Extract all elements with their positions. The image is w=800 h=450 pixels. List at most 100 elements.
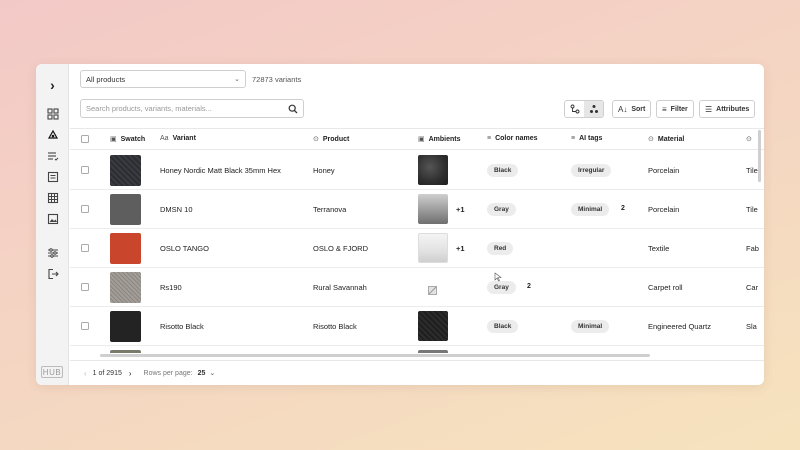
main-panel: All products ⌄ 72873 variants Search pro… xyxy=(70,64,764,385)
product-name[interactable]: Risotto Black xyxy=(313,322,357,331)
chevron-right-icon[interactable]: › xyxy=(44,76,61,93)
grid-icon[interactable] xyxy=(44,189,61,206)
image-icon[interactable] xyxy=(44,210,61,227)
product-select[interactable]: All products ⌄ xyxy=(80,70,246,88)
filter-button[interactable]: ≡ Filter xyxy=(656,100,694,118)
row-checkbox[interactable] xyxy=(81,322,89,330)
color-extra-count[interactable]: 2 xyxy=(527,283,531,290)
variant-name[interactable]: Honey Nordic Matt Black 35mm Hex xyxy=(160,166,281,175)
ambient-thumbnail[interactable] xyxy=(418,350,448,353)
ambient-thumbnail[interactable] xyxy=(418,311,448,341)
material-value: Carpet roll xyxy=(648,283,683,292)
row-checkbox[interactable] xyxy=(81,205,89,213)
tag-list-icon: ≡ xyxy=(487,135,492,142)
variant-name[interactable]: DMSN 10 xyxy=(160,205,193,214)
variant-name[interactable]: Rs190 xyxy=(160,283,182,292)
chevron-down-icon[interactable]: ⌄ xyxy=(209,369,215,377)
horizontal-scrollbar[interactable] xyxy=(100,354,650,357)
row-checkbox[interactable] xyxy=(81,166,89,174)
sort-button[interactable]: A↓ Sort xyxy=(612,100,652,118)
tree-view-icon[interactable] xyxy=(565,101,584,117)
column-swatch[interactable]: ▣ Swatch xyxy=(110,135,145,144)
column-variant[interactable]: Aa Variant xyxy=(160,135,196,142)
column-ai-tags-label: AI tags xyxy=(579,135,603,142)
material-value: Engineered Quartz xyxy=(648,322,711,331)
logout-icon[interactable] xyxy=(44,265,61,282)
chevron-left-icon[interactable]: ‹ xyxy=(84,369,87,378)
attributes-button[interactable]: ☰ Attributes xyxy=(699,100,756,118)
filter-icon: ≡ xyxy=(662,104,667,114)
search-toolbar: Search products, variants, materials... … xyxy=(80,99,756,119)
ambient-thumbnail[interactable] xyxy=(418,155,448,185)
search-placeholder: Search products, variants, materials... xyxy=(86,104,212,113)
view-toggle xyxy=(564,100,604,118)
sort-icon: A↓ xyxy=(618,104,628,114)
column-ai-tags[interactable]: ≡ AI tags xyxy=(571,135,602,142)
table-row[interactable]: DMSN 10 Terranova +1 Gray Minimal 2 Porc… xyxy=(70,190,764,229)
filter-label: Filter xyxy=(670,105,688,113)
column-product[interactable]: ⊙ Product xyxy=(313,135,349,144)
ambient-extra-count[interactable]: +1 xyxy=(456,244,465,253)
ambient-thumbnail[interactable] xyxy=(418,194,448,224)
pagination-footer: ‹ 1 of 2915 › Rows per page: 25 ⌄ xyxy=(70,360,764,385)
table-row[interactable]: Rs190 Rural Savannah Gray 2 Carpet roll … xyxy=(70,268,764,307)
select-all-checkbox[interactable] xyxy=(81,135,89,143)
ambient-extra-count[interactable]: +1 xyxy=(456,205,465,214)
product-name[interactable]: Terranova xyxy=(313,205,346,214)
color-chip: Black xyxy=(487,164,519,177)
swatch-thumbnail[interactable] xyxy=(110,311,141,342)
product-name[interactable]: Rural Savannah xyxy=(313,283,367,292)
product-select-value: All products xyxy=(86,74,126,84)
ai-tag-extra-count[interactable]: 2 xyxy=(621,205,625,212)
column-ambients-label: Ambients xyxy=(428,135,461,143)
rows-per-page-label: Rows per page: xyxy=(143,369,193,377)
column-ambients[interactable]: ▣ Ambients xyxy=(418,135,461,144)
column-material[interactable]: ⊙ Material xyxy=(648,135,684,144)
circle-icon: ⊙ xyxy=(313,136,319,143)
color-chip: Gray xyxy=(487,203,516,216)
table-row[interactable]: Honey Nordic Matt Black 35mm Hex Honey B… xyxy=(70,151,764,190)
swatch-thumbnail[interactable] xyxy=(110,272,141,303)
table-row[interactable]: Risotto Black Risotto Black Black Minima… xyxy=(70,307,764,346)
mouse-cursor-icon xyxy=(494,272,502,282)
variants-view-icon[interactable] xyxy=(584,101,603,117)
products-icon[interactable] xyxy=(44,126,61,143)
column-next[interactable]: ⊙ xyxy=(746,135,752,143)
list-icon[interactable] xyxy=(44,147,61,164)
swatch-thumbnail[interactable] xyxy=(110,350,141,353)
attributes-icon: ☰ xyxy=(705,104,713,114)
vertical-scrollbar[interactable] xyxy=(758,130,761,182)
table-row[interactable] xyxy=(70,346,764,353)
rows-per-page-select[interactable]: 25 xyxy=(198,370,206,377)
swatch-thumbnail[interactable] xyxy=(110,233,141,264)
chevron-right-icon[interactable]: › xyxy=(129,369,132,378)
ai-tag-chip: Minimal xyxy=(571,203,610,216)
image-icon: ▣ xyxy=(418,136,425,143)
swatch-thumbnail[interactable] xyxy=(110,155,141,186)
variant-name[interactable]: Risotto Black xyxy=(160,322,204,331)
ambient-thumbnail[interactable] xyxy=(418,233,448,263)
product-name[interactable]: Honey xyxy=(313,166,335,175)
product-name[interactable]: OSLO & FJORD xyxy=(313,244,368,253)
swatch-thumbnail[interactable] xyxy=(110,194,141,225)
column-variant-label: Variant xyxy=(172,135,196,142)
settings-sliders-icon[interactable] xyxy=(44,244,61,261)
column-color-names-label: Color names xyxy=(495,135,538,142)
hub-logo: HUB xyxy=(41,366,63,378)
tag-list-icon: ≡ xyxy=(571,135,576,142)
sidebar: › HUB xyxy=(36,64,69,385)
row-checkbox[interactable] xyxy=(81,244,89,252)
column-color-names[interactable]: ≡ Color names xyxy=(487,135,538,142)
catalog-icon[interactable] xyxy=(44,168,61,185)
image-placeholder-icon xyxy=(428,282,437,295)
search-input[interactable]: Search products, variants, materials... xyxy=(80,99,304,118)
row-checkbox[interactable] xyxy=(81,283,89,291)
variant-name[interactable]: OSLO TANGO xyxy=(160,244,209,253)
circle-icon: ⊙ xyxy=(648,136,654,143)
table-row[interactable]: OSLO TANGO OSLO & FJORD +1 Red Textile F… xyxy=(70,229,764,268)
text-icon: Aa xyxy=(160,135,169,142)
ai-tag-chip: Minimal xyxy=(571,320,610,333)
color-chip: Red xyxy=(487,242,514,255)
dashboard-icon[interactable] xyxy=(44,105,61,122)
attributes-label: Attributes xyxy=(716,105,750,113)
